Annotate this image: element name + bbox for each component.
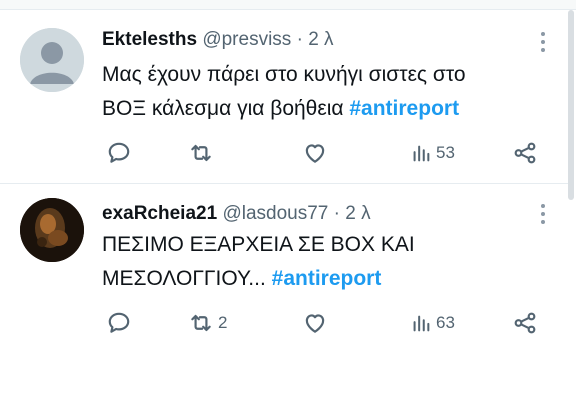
timestamp[interactable]: 2 λ (345, 203, 370, 224)
views-button[interactable]: 63 (410, 308, 455, 338)
tweet[interactable]: Ektelesths @presviss · 2 λ Μας έχουν πάρ… (0, 12, 568, 184)
retweet-icon (191, 314, 211, 332)
views-button[interactable]: 53 (410, 138, 455, 168)
tweet-header: exaRcheia21 @lasdous77 · 2 λ (102, 202, 371, 226)
tweet-text: ΠΕΣΙΜΟ ΕΞΑΡΧΕΙΑ ΣΕ ΒΟΧ ΚΑΙ ΜΕΣΟΛΟΓΓΙΟΥ..… (102, 228, 542, 296)
views-count: 63 (436, 313, 455, 332)
retweet-icon (191, 144, 211, 162)
top-divider (0, 0, 576, 10)
reply-button[interactable] (106, 138, 136, 168)
reply-icon (108, 312, 130, 333)
separator: · (296, 29, 303, 50)
tweet-text-line: ΒΟΞ κάλεσμα για βοήθεια (102, 97, 344, 120)
more-icon[interactable] (540, 32, 546, 54)
share-icon (514, 312, 536, 334)
views-icon (413, 145, 430, 162)
tweet-text-line: ΜΕΣΟΛΟΓΓΙΟΥ... (102, 267, 266, 290)
tweet[interactable]: exaRcheia21 @lasdous77 · 2 λ ΠΕΣΙΜΟ ΕΞΑΡ… (0, 186, 568, 356)
scrollbar[interactable] (568, 10, 574, 200)
views-icon (413, 315, 430, 332)
avatar[interactable] (20, 28, 84, 92)
like-button[interactable] (302, 138, 332, 168)
separator: · (333, 203, 340, 224)
retweet-count: 2 (218, 313, 228, 332)
like-icon (305, 314, 325, 333)
display-name[interactable]: Ektelesths (102, 29, 197, 50)
like-button[interactable] (302, 308, 332, 338)
like-icon (305, 144, 325, 163)
reply-icon (108, 142, 130, 163)
retweet-button[interactable]: 2 (188, 308, 227, 338)
views-count: 53 (436, 143, 455, 162)
reply-button[interactable] (106, 308, 136, 338)
avatar[interactable] (20, 198, 84, 262)
retweet-button[interactable] (188, 138, 218, 168)
tweet-text-line: Μας έχουν πάρει στο κυνήγι σιστες στο (102, 63, 466, 86)
tweet-actions: 53 (102, 138, 552, 168)
more-icon[interactable] (540, 204, 546, 226)
display-name[interactable]: exaRcheia21 (102, 203, 217, 224)
tweet-text: Μας έχουν πάρει στο κυνήγι σιστες στο ΒΟ… (102, 58, 542, 126)
user-handle[interactable]: @lasdous77 (222, 203, 328, 224)
tweet-actions: 2 63 (102, 308, 552, 338)
hashtag-link[interactable]: #antireport (272, 267, 382, 290)
default-avatar-icon (20, 28, 84, 92)
share-button[interactable] (512, 138, 538, 168)
share-icon (514, 142, 536, 164)
share-button[interactable] (512, 308, 538, 338)
tweet-text-line: ΠΕΣΙΜΟ ΕΞΑΡΧΕΙΑ ΣΕ ΒΟΧ ΚΑΙ (102, 233, 415, 256)
photo-avatar (20, 198, 84, 262)
hashtag-link[interactable]: #antireport (349, 97, 459, 120)
user-handle[interactable]: @presviss (202, 29, 291, 50)
timestamp[interactable]: 2 λ (308, 29, 333, 50)
tweet-header: Ektelesths @presviss · 2 λ (102, 28, 334, 52)
